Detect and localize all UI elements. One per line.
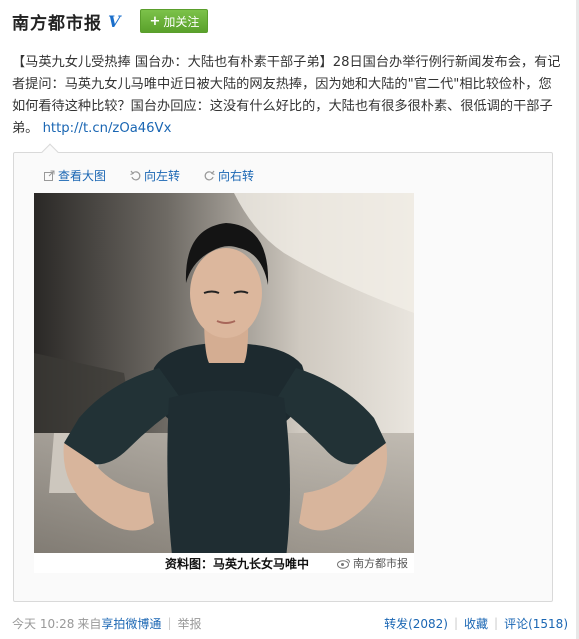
- photo-caption-bar: 资料图：马英九长女马唯中 南方都市报: [34, 553, 414, 573]
- weibo-logo-icon: [337, 558, 350, 569]
- forward-button[interactable]: 转发(2082): [384, 615, 448, 632]
- rotate-right-button[interactable]: 向右转: [204, 167, 254, 184]
- rotate-left-label: 向左转: [144, 169, 181, 183]
- author-name[interactable]: 南方都市报: [12, 9, 102, 34]
- post-actions: 转发(2082) | 收藏 | 评论(1518): [384, 614, 568, 632]
- media-box: 查看大图 向左转 向右转 资料图：马英九长女马唯中 南方都市报: [13, 143, 553, 602]
- photo-caption: 资料图：马英九长女马唯中: [164, 556, 309, 571]
- post-body: 【马英九女儿受热捧 国台办：大陆也有朴素干部子弟】28日国台办举行例行新闻发布会…: [12, 52, 564, 140]
- post-time[interactable]: 今天 10:28: [12, 615, 74, 632]
- view-large-label: 查看大图: [58, 169, 107, 183]
- post-footer: 今天 10:28 来自 享拍微博通 | 举报 转发(2082) | 收藏 | 评…: [12, 614, 568, 632]
- plus-icon: +: [149, 13, 161, 29]
- footer-separator: |: [167, 616, 172, 630]
- photo-illustration: [34, 193, 414, 573]
- follow-button-label: 加关注: [163, 14, 200, 29]
- source-prefix: 来自: [77, 616, 102, 631]
- report-link[interactable]: 举报: [177, 615, 201, 632]
- post-photo[interactable]: [34, 193, 414, 573]
- source-link[interactable]: 享拍微博通: [101, 615, 161, 632]
- rotate-left-icon: [130, 170, 141, 181]
- rotate-right-label: 向右转: [218, 169, 255, 183]
- actions-separator: |: [494, 616, 499, 630]
- watermark-text: 南方都市报: [353, 557, 408, 570]
- verified-badge-icon: V: [108, 11, 121, 31]
- post-header: 南方都市报 V + 加关注: [12, 8, 209, 34]
- comment-button[interactable]: 评论(1518): [504, 615, 568, 632]
- media-toolbar: 查看大图 向左转 向右转: [44, 167, 254, 184]
- rotate-left-button[interactable]: 向左转: [130, 167, 180, 184]
- post-link[interactable]: http://t.cn/zOa46Vx: [43, 121, 172, 136]
- external-link-icon: [44, 170, 55, 181]
- favorite-button[interactable]: 收藏: [464, 615, 488, 632]
- rotate-right-icon: [204, 170, 215, 181]
- media-box-pointer: [41, 143, 59, 161]
- photo-watermark: 南方都市报: [337, 555, 408, 571]
- post-meta: 今天 10:28 来自 享拍微博通 | 举报: [12, 614, 202, 632]
- actions-separator: |: [453, 616, 459, 630]
- view-large-button[interactable]: 查看大图: [44, 167, 106, 184]
- follow-button[interactable]: + 加关注: [140, 9, 209, 33]
